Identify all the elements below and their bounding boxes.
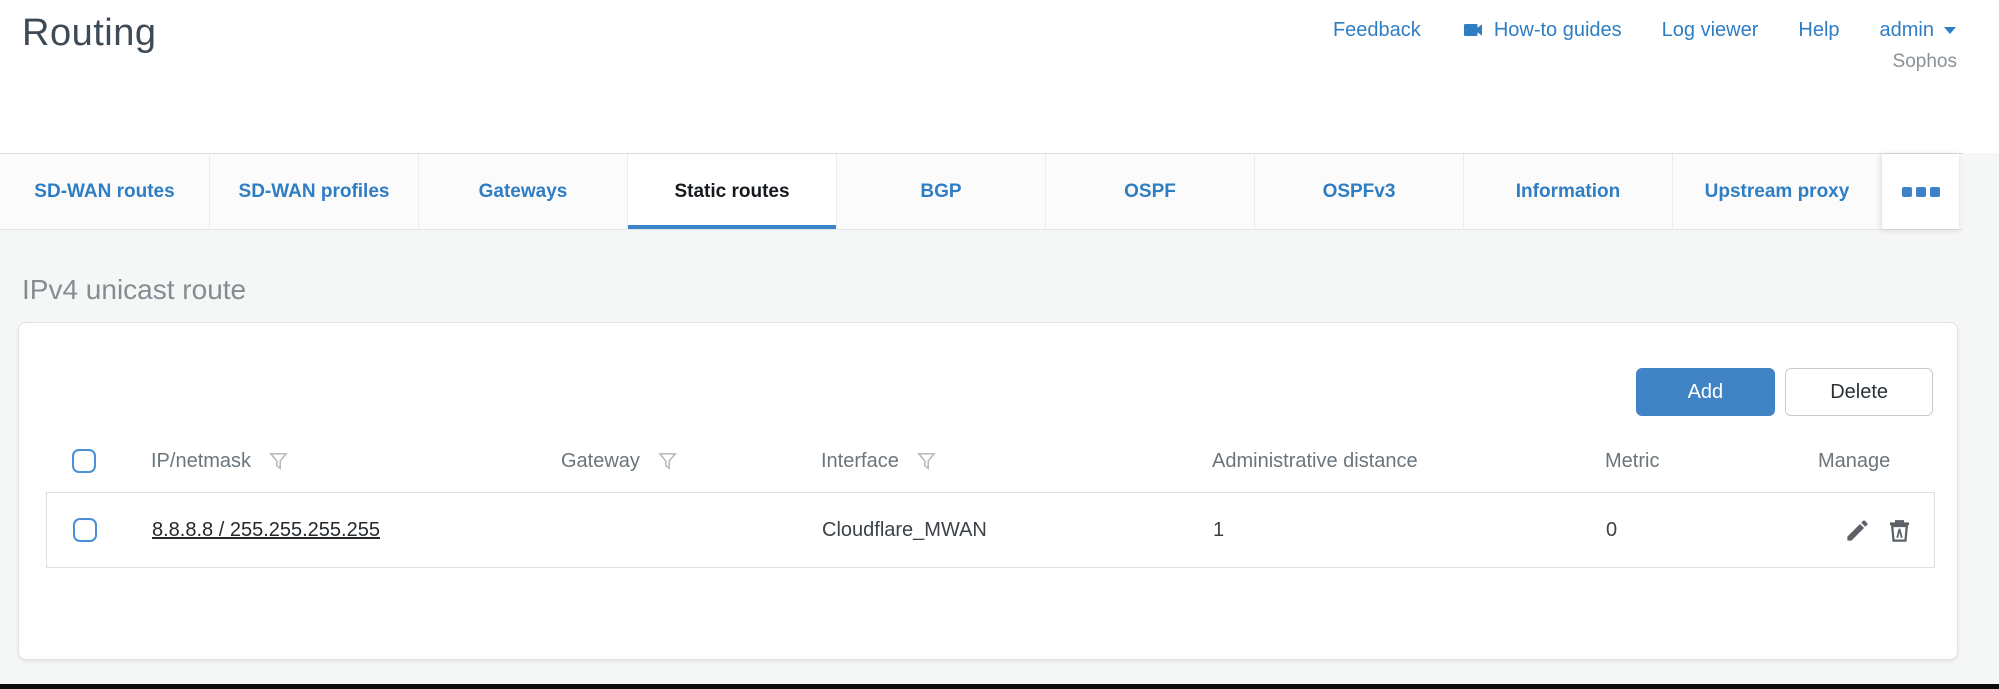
filter-icon[interactable] — [915, 450, 938, 473]
tab-information[interactable]: Information — [1463, 154, 1672, 229]
window-bottom-edge — [0, 684, 1999, 689]
tabs-overflow-button[interactable] — [1881, 154, 1959, 229]
table-actions: Add Delete — [19, 323, 1957, 416]
tab-ospf[interactable]: OSPF — [1045, 154, 1254, 229]
col-header-metric: Metric — [1605, 450, 1659, 473]
ellipsis-icon — [1902, 187, 1912, 197]
routes-table: IP/netmask Gateway Interface Administrat… — [46, 430, 1935, 568]
routes-card: Add Delete IP/netmask Gateway Interface — [18, 322, 1958, 660]
tab-gateways[interactable]: Gateways — [418, 154, 627, 229]
col-header-gateway: Gateway — [561, 450, 640, 473]
row-checkbox[interactable] — [73, 518, 97, 542]
col-header-interface: Interface — [821, 450, 899, 473]
log-viewer-label: Log viewer — [1662, 19, 1759, 42]
help-link[interactable]: Help — [1798, 19, 1839, 42]
route-admin-distance-cell: 1 — [1213, 519, 1606, 542]
select-all-checkbox[interactable] — [72, 449, 96, 473]
log-viewer-link[interactable]: Log viewer — [1662, 19, 1759, 42]
help-label: Help — [1798, 19, 1839, 42]
admin-menu-label: admin — [1880, 19, 1934, 42]
page-header: Routing Feedback How-to guides Log viewe… — [0, 0, 1999, 153]
admin-menu[interactable]: admin — [1880, 19, 1957, 42]
tab-ospfv3[interactable]: OSPFv3 — [1254, 154, 1463, 229]
tab-sdwan-routes[interactable]: SD-WAN routes — [0, 154, 209, 229]
header-right: Feedback How-to guides Log viewer Help a… — [1333, 10, 1957, 73]
col-header-ip-netmask: IP/netmask — [151, 450, 251, 473]
table-row: 8.8.8.8 / 255.255.255.255 Cloudflare_MWA… — [46, 492, 1935, 568]
feedback-link[interactable]: Feedback — [1333, 19, 1421, 42]
route-manage-cell — [1774, 517, 1934, 544]
delete-button[interactable]: Delete — [1785, 368, 1933, 416]
tab-bgp[interactable]: BGP — [836, 154, 1045, 229]
brand-label: Sophos — [1893, 51, 1957, 73]
header-links: Feedback How-to guides Log viewer Help a… — [1333, 18, 1957, 42]
tab-sdwan-profiles[interactable]: SD-WAN profiles — [209, 154, 418, 229]
video-icon — [1461, 18, 1485, 42]
col-header-manage: Manage — [1818, 450, 1890, 473]
how-to-guides-label: How-to guides — [1494, 19, 1622, 42]
caret-down-icon — [1943, 25, 1957, 35]
filter-icon[interactable] — [267, 450, 290, 473]
tab-bar: SD-WAN routes SD-WAN profiles Gateways S… — [0, 153, 1963, 230]
table-header-row: IP/netmask Gateway Interface Administrat… — [46, 430, 1935, 492]
filter-icon[interactable] — [656, 450, 679, 473]
tabbar-row: SD-WAN routes SD-WAN profiles Gateways S… — [0, 153, 1999, 230]
tab-static-routes[interactable]: Static routes — [627, 154, 836, 229]
route-metric-cell: 0 — [1606, 519, 1774, 542]
route-interface-cell: Cloudflare_MWAN — [822, 519, 1213, 542]
section-heading: IPv4 unicast route — [22, 274, 1999, 306]
page-title: Routing — [22, 12, 156, 55]
add-button[interactable]: Add — [1636, 368, 1776, 416]
edit-icon[interactable] — [1844, 517, 1871, 544]
route-ip-netmask-link[interactable]: 8.8.8.8 / 255.255.255.255 — [152, 519, 380, 541]
tab-upstream-proxy[interactable]: Upstream proxy — [1672, 154, 1881, 229]
how-to-guides-link[interactable]: How-to guides — [1461, 18, 1622, 42]
delete-icon[interactable] — [1886, 517, 1913, 544]
col-header-admin-distance: Administrative distance — [1212, 450, 1418, 473]
feedback-link-label: Feedback — [1333, 19, 1421, 42]
